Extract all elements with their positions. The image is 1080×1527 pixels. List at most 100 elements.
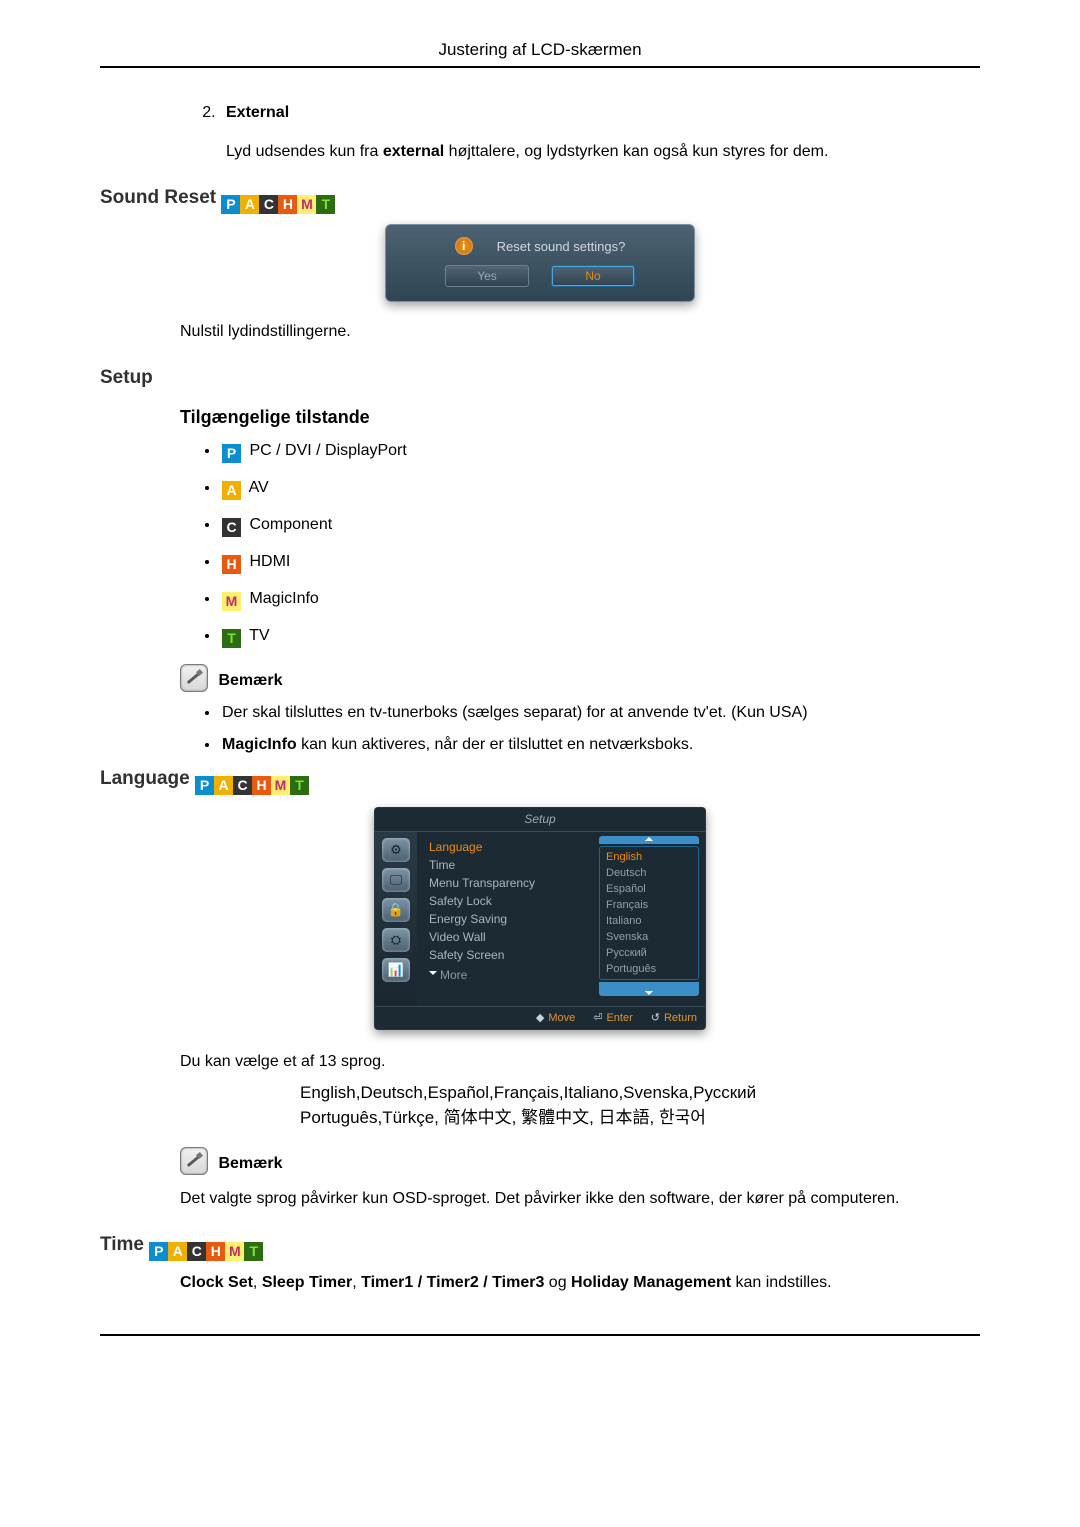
- osd-val-italiano[interactable]: Italiano: [600, 913, 698, 929]
- language-list: English,Deutsch,Español,Français,Italian…: [300, 1080, 820, 1131]
- mode-c-icon: C: [259, 195, 278, 214]
- mode-c-icon: C: [233, 776, 252, 795]
- mode-p-icon: P: [149, 1242, 168, 1261]
- mode-c-icon: C: [187, 1242, 206, 1261]
- mode-t-icon: T: [316, 195, 335, 214]
- osd-footer: ◆Move ⏎Enter ↺Return: [375, 1006, 705, 1029]
- lang-line2: Português,Türkçe, 简体中文, 繁體中文, 日本語, 한국어: [300, 1105, 820, 1131]
- osd-footer-move: ◆Move: [536, 1011, 575, 1024]
- mode-magicinfo: M MagicInfo: [220, 590, 980, 611]
- osd-sidebar: ⚙ 🖵 🔒 ⛭ 📊: [375, 832, 417, 1006]
- available-modes-title: Tilgængelige tilstande: [100, 407, 980, 428]
- lang-line1: English,Deutsch,Español,Français,Italian…: [300, 1080, 820, 1106]
- page-header: Justering af LCD-skærmen: [100, 40, 980, 68]
- mode-component: C Component: [220, 516, 980, 537]
- mode-m-icon: M: [222, 592, 241, 611]
- note-icon: [180, 664, 208, 692]
- mode-av: A AV: [220, 479, 980, 500]
- osd-item-videowall[interactable]: Video Wall: [429, 928, 587, 946]
- osd-item-language[interactable]: Language: [429, 838, 587, 856]
- osd-footer-enter: ⏎Enter: [593, 1011, 633, 1024]
- language-note: Det valgte sprog påvirker kun OSD-sproge…: [100, 1187, 980, 1210]
- sound-reset-title: Sound Reset: [100, 187, 216, 208]
- sound-reset-question: Reset sound settings?: [497, 239, 626, 254]
- external-p-bold: external: [383, 143, 444, 160]
- no-button[interactable]: No: [551, 265, 635, 287]
- note-heading-language: Bemærk: [100, 1147, 980, 1175]
- osd-side-icon[interactable]: 🔒: [382, 898, 410, 922]
- osd-side-icon[interactable]: 🖵: [382, 868, 410, 892]
- mode-h-icon: H: [252, 776, 271, 795]
- note-label: Bemærk: [218, 672, 282, 689]
- external-list: External Lyd udsendes kun fra external h…: [100, 104, 980, 163]
- osd-side-icon[interactable]: ⛭: [382, 928, 410, 952]
- language-heading: Language PACHMT: [100, 768, 980, 795]
- osd-side-icon[interactable]: ⚙: [382, 838, 410, 862]
- mode-p-icon: P: [221, 195, 240, 214]
- osd-val-english[interactable]: English: [600, 849, 698, 865]
- sound-reset-dialog: i Reset sound settings? Yes No: [100, 224, 980, 302]
- mode-a-icon: A: [240, 195, 259, 214]
- osd-value-column: English Deutsch Español Français Italian…: [595, 832, 705, 1006]
- osd-val-espanol[interactable]: Español: [600, 881, 698, 897]
- mode-p-icon: P: [222, 444, 241, 463]
- mode-a-icon: A: [168, 1242, 187, 1261]
- modes-list: P PC / DVI / DisplayPort A AV C Componen…: [100, 442, 980, 648]
- mode-tv: T TV: [220, 627, 980, 648]
- mode-t-icon: T: [244, 1242, 263, 1261]
- external-p-before: Lyd udsendes kun fra: [226, 143, 383, 160]
- mode-strip: PACHMT: [149, 1242, 263, 1261]
- mode-hdmi: H HDMI: [220, 553, 980, 574]
- mode-t-icon: T: [290, 776, 309, 795]
- osd-side-icon[interactable]: 📊: [382, 958, 410, 982]
- time-desc: Clock Set, Sleep Timer, Timer1 / Timer2 …: [100, 1271, 980, 1294]
- info-icon: i: [455, 237, 473, 255]
- note-tuner: Der skal tilsluttes en tv-tunerboks (sæl…: [220, 704, 980, 722]
- time-heading: Time PACHMT: [100, 1234, 980, 1261]
- mode-a-icon: A: [214, 776, 233, 795]
- mode-t-icon: T: [222, 629, 241, 648]
- mode-strip: PACHMT: [195, 776, 309, 795]
- osd-scroll-down-icon[interactable]: [599, 982, 699, 996]
- mode-a-icon: A: [222, 481, 241, 500]
- yes-button[interactable]: Yes: [445, 265, 529, 287]
- external-label: External: [226, 104, 289, 121]
- mode-h-icon: H: [222, 555, 241, 574]
- osd-menu-items: Language Time Menu Transparency Safety L…: [417, 832, 595, 1006]
- setup-notes: Der skal tilsluttes en tv-tunerboks (sæl…: [100, 704, 980, 754]
- note-magicinfo: MagicInfo kan kun aktiveres, når der er …: [220, 736, 980, 754]
- language-desc: Du kan vælge et af 13 sprog.: [100, 1050, 980, 1073]
- note-heading-setup: Bemærk: [100, 664, 980, 692]
- osd-val-deutsch[interactable]: Deutsch: [600, 865, 698, 881]
- note-icon: [180, 1147, 208, 1175]
- mode-c-icon: C: [222, 518, 241, 537]
- osd-val-russkij[interactable]: Русский: [600, 945, 698, 961]
- sound-reset-desc: Nulstil lydindstillingerne.: [100, 320, 980, 343]
- osd-item-energy[interactable]: Energy Saving: [429, 910, 587, 928]
- mode-strip: PACHMT: [221, 195, 335, 214]
- mode-h-icon: H: [206, 1242, 225, 1261]
- mode-p-icon: P: [195, 776, 214, 795]
- mode-m-icon: M: [225, 1242, 244, 1261]
- osd-scroll-up-icon[interactable]: [599, 836, 699, 844]
- osd-setup-menu: Setup ⚙ 🖵 🔒 ⛭ 📊 Language Time Menu Trans…: [100, 807, 980, 1030]
- mode-m-icon: M: [271, 776, 290, 795]
- osd-item-time[interactable]: Time: [429, 856, 587, 874]
- osd-title: Setup: [375, 808, 705, 832]
- osd-val-francais[interactable]: Français: [600, 897, 698, 913]
- mode-pc: P PC / DVI / DisplayPort: [220, 442, 980, 463]
- osd-item-safetyscreen[interactable]: Safety Screen: [429, 946, 587, 964]
- sound-reset-heading: Sound Reset PACHMT: [100, 187, 980, 214]
- osd-val-svenska[interactable]: Svenska: [600, 929, 698, 945]
- footer-rule: [100, 1334, 980, 1337]
- setup-heading: Setup: [100, 367, 980, 389]
- mode-h-icon: H: [278, 195, 297, 214]
- mode-m-icon: M: [297, 195, 316, 214]
- osd-footer-return: ↺Return: [651, 1011, 697, 1024]
- page-header-title: Justering af LCD-skærmen: [438, 40, 641, 59]
- osd-item-more[interactable]: More: [429, 968, 587, 982]
- osd-val-portugues[interactable]: Português: [600, 961, 698, 977]
- osd-item-safetylock[interactable]: Safety Lock: [429, 892, 587, 910]
- osd-item-transparency[interactable]: Menu Transparency: [429, 874, 587, 892]
- note-label: Bemærk: [218, 1155, 282, 1172]
